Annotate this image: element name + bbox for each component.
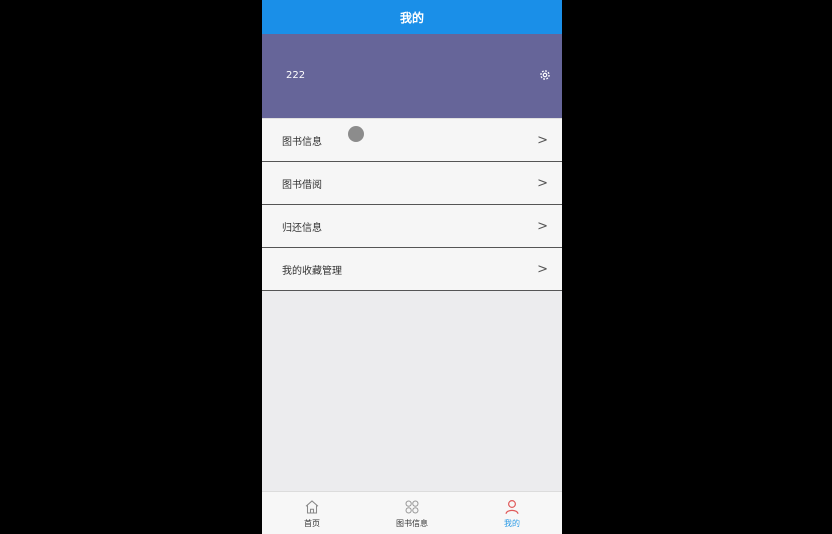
- touch-indicator: [348, 126, 364, 142]
- chevron-right-icon: >: [537, 218, 548, 234]
- gear-icon[interactable]: [538, 68, 552, 82]
- chevron-right-icon: >: [537, 132, 548, 148]
- tab-mine[interactable]: 我的: [462, 492, 562, 534]
- menu-item-book-borrow[interactable]: 图书借阅 >: [262, 162, 562, 205]
- username-label: 222: [286, 70, 306, 81]
- menu-item-return-info[interactable]: 归还信息 >: [262, 205, 562, 248]
- tab-book-info[interactable]: 图书信息: [362, 492, 462, 534]
- menu-item-label: 图书信息: [282, 136, 322, 148]
- menu-item-label: 我的收藏管理: [282, 265, 342, 277]
- menu-item-my-favorites[interactable]: 我的收藏管理 >: [262, 248, 562, 291]
- phone-screen: 我的 222 图书信息 > 图书借阅 > 归还信息 > 我的收藏管理 > 首页 …: [262, 0, 562, 534]
- menu-item-label: 图书借阅: [282, 179, 322, 191]
- page-title: 我的: [399, 10, 424, 25]
- bottom-tab-bar: 首页 图书信息 我的: [262, 491, 562, 534]
- home-icon: [305, 499, 319, 514]
- tab-home[interactable]: 首页: [262, 492, 362, 534]
- profile-header: 222: [262, 34, 562, 118]
- grid-icon: [405, 500, 419, 513]
- menu-item-label: 归还信息: [282, 222, 322, 234]
- menu-item-book-info[interactable]: 图书信息 >: [262, 118, 562, 162]
- chevron-right-icon: >: [537, 175, 548, 191]
- chevron-right-icon: >: [537, 261, 548, 277]
- tab-label: 我的: [504, 518, 520, 528]
- menu-list: 图书信息 > 图书借阅 > 归还信息 > 我的收藏管理 >: [262, 118, 562, 291]
- tab-label: 首页: [304, 518, 320, 528]
- tab-label: 图书信息: [396, 518, 428, 528]
- top-bar: 我的: [262, 0, 562, 34]
- person-icon: [505, 499, 519, 514]
